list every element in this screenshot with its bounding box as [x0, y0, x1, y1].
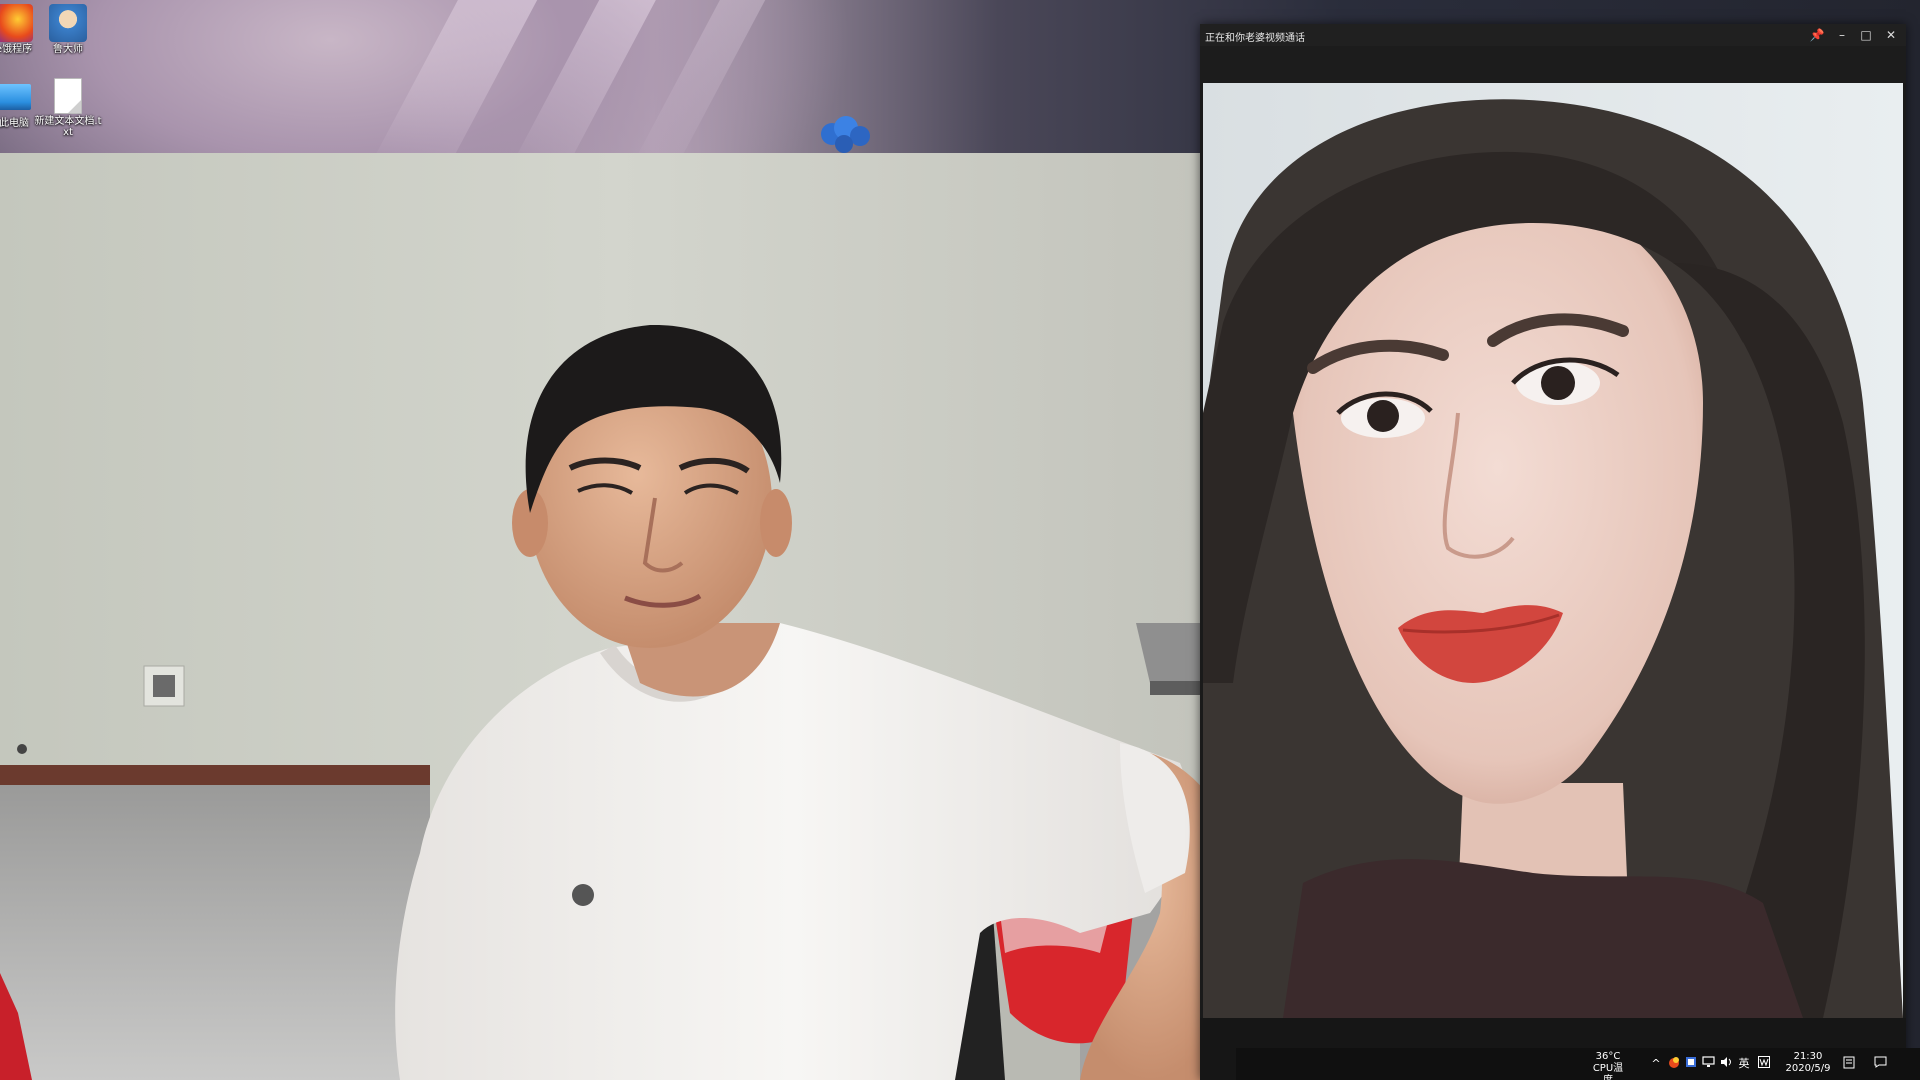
tray-chevron-up-icon[interactable]: ^: [1648, 1056, 1664, 1072]
cpu-temperature-value: 36°C: [1595, 1051, 1621, 1062]
notes-icon[interactable]: [1841, 1056, 1857, 1072]
volume-icon[interactable]: [1718, 1056, 1734, 1072]
tray-app-icon[interactable]: [1666, 1056, 1682, 1072]
clock-time: 21:30: [1793, 1051, 1823, 1062]
desktop-screen: e饿程序 鲁大师 此电脑 新建文本文档.txt: [0, 0, 1920, 1080]
video-call-window: 正在和你老婆视频通话 📌 – □ ✕: [1200, 24, 1906, 1080]
cpu-temperature-widget[interactable]: 36°C CPU温度: [1588, 1051, 1628, 1080]
ludashi-icon: [49, 4, 87, 42]
input-method-icon[interactable]: [1756, 1056, 1772, 1072]
local-camera-image: [0, 153, 1236, 1080]
ime-language-indicator[interactable]: 英: [1736, 1056, 1752, 1072]
computer-icon: [0, 84, 31, 110]
wallpaper-balloon-decoration: [821, 116, 870, 153]
desktop-icon-text-file[interactable]: 新建文本文档.txt: [32, 78, 104, 138]
desktop-icon-label: 新建文本文档.txt: [34, 116, 102, 138]
call-window-toolbar: [1200, 46, 1906, 83]
close-button[interactable]: ✕: [1879, 24, 1903, 46]
action-center-icon[interactable]: [1872, 1056, 1888, 1072]
remote-video-feed: [1203, 83, 1903, 1018]
cpu-temperature-label: CPU温度: [1592, 1063, 1624, 1080]
text-file-icon: [54, 78, 82, 114]
local-camera-feed: [0, 153, 1236, 1080]
taskbar: 36°C CPU温度 ^ 英 21:30 2020/5/9: [1236, 1048, 1920, 1080]
remote-video-image: [1203, 83, 1903, 1018]
app-logo-icon: [0, 4, 33, 42]
call-window-title: 正在和你老婆视频通话: [1205, 33, 1305, 44]
desktop-icon-label: 鲁大师: [53, 44, 83, 55]
tray-security-icon[interactable]: [1683, 1056, 1699, 1072]
maximize-button[interactable]: □: [1854, 24, 1878, 46]
minimize-button[interactable]: –: [1830, 24, 1854, 46]
network-icon[interactable]: [1700, 1056, 1716, 1072]
pin-button[interactable]: 📌: [1805, 24, 1829, 46]
clock-date: 2020/5/9: [1785, 1063, 1831, 1074]
call-window-titlebar[interactable]: 正在和你老婆视频通话 📌 – □ ✕: [1200, 24, 1906, 46]
desktop-icon-ludashi[interactable]: 鲁大师: [32, 4, 104, 55]
taskbar-clock[interactable]: 21:30 2020/5/9: [1780, 1051, 1836, 1075]
